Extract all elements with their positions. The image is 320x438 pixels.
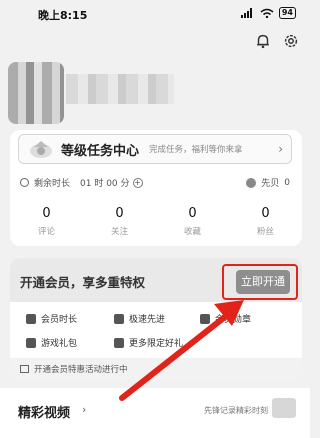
- coin-icon: [246, 177, 257, 188]
- chevron-right-icon: ›: [82, 403, 87, 416]
- xianbei-value: 0: [284, 177, 290, 188]
- stat-favorites[interactable]: 0 收藏: [156, 206, 229, 237]
- stats-row: 0 评论 0 关注 0 收藏 0 粉丝: [10, 206, 302, 237]
- avatar[interactable]: [8, 62, 64, 124]
- task-center-title: 等级任务中心: [61, 143, 140, 159]
- stat-value: 0: [42, 206, 51, 221]
- perk-vip-duration[interactable]: 会员时长: [26, 312, 77, 325]
- medal-icon: [200, 313, 210, 324]
- gear-icon[interactable]: [282, 32, 300, 50]
- remaining-time-label: 剩余时长: [34, 179, 71, 189]
- top-actions: [254, 32, 300, 50]
- battery-indicator: 94: [278, 7, 296, 19]
- gift-icon: [114, 337, 124, 348]
- stat-label: 评论: [37, 227, 55, 237]
- wifi-icon: [260, 8, 274, 18]
- perk-more-gifts[interactable]: 更多限定好礼: [114, 336, 183, 349]
- task-center-subtitle: 完成任务，福利等你来拿: [149, 145, 243, 155]
- status-time: 晚上8:15: [38, 9, 88, 22]
- clock-icon: [20, 178, 29, 187]
- featured-videos-title: 精彩视频: [18, 406, 71, 421]
- vip-footer-text: 开通会员特惠活动进行中: [34, 365, 128, 375]
- gamepad-icon: [26, 337, 36, 348]
- xianbei-label: 先贝: [261, 179, 280, 189]
- featured-videos-subtitle: 先锋记录精彩时刻: [204, 406, 268, 415]
- stat-fans[interactable]: 0 粉丝: [229, 206, 302, 237]
- task-center-logo-icon: [30, 141, 52, 158]
- stat-comments[interactable]: 0 评论: [10, 206, 83, 237]
- promo-icon: [20, 365, 29, 373]
- perk-speed[interactable]: 极速先进: [114, 312, 165, 325]
- vip-header: 开通会员，享多重特权 立即开通: [10, 258, 302, 302]
- vip-title: 开通会员，享多重特权: [20, 275, 146, 290]
- chevron-right-icon: ›: [278, 142, 283, 156]
- remaining-time: 剩余时长 01 时 00 分 +: [20, 176, 143, 189]
- xianbei-balance[interactable]: 先贝 0: [246, 176, 290, 189]
- perk-label: 会员勋章: [215, 315, 252, 325]
- stat-label: 粉丝: [256, 227, 274, 237]
- stat-value: 0: [115, 206, 124, 221]
- perk-medal[interactable]: 会员勋章: [200, 312, 251, 325]
- add-time-button[interactable]: +: [132, 177, 143, 188]
- vip-card: 开通会员，享多重特权 立即开通 会员时长 极速先进 会员勋章 游戏礼包 更多限定…: [10, 258, 302, 380]
- stat-label: 收藏: [183, 227, 201, 237]
- status-icons: 94: [240, 6, 296, 20]
- time-icon: [26, 313, 36, 324]
- video-thumbnail: [272, 398, 296, 418]
- perk-label: 极速先进: [129, 315, 166, 325]
- perk-game-gift[interactable]: 游戏礼包: [26, 336, 77, 349]
- user-stats-card: 等级任务中心 完成任务，福利等你来拿 › 剩余时长 01 时 00 分 + 先贝…: [10, 130, 302, 246]
- featured-videos-section[interactable]: 精彩视频 › 先锋记录精彩时刻: [0, 388, 310, 438]
- username-blurred: [66, 74, 174, 104]
- task-center-bar[interactable]: 等级任务中心 完成任务，福利等你来拿 ›: [18, 134, 292, 164]
- perk-label: 会员时长: [41, 315, 78, 325]
- stat-value: 0: [188, 206, 197, 221]
- remaining-time-value: 01 时 00 分: [80, 179, 130, 189]
- signal-icon: [240, 8, 252, 18]
- perk-label: 更多限定好礼: [129, 339, 184, 349]
- vip-promo-footer[interactable]: 开通会员特惠活动进行中: [10, 358, 302, 380]
- perk-label: 游戏礼包: [41, 339, 78, 349]
- rocket-icon: [114, 313, 124, 324]
- status-bar: 晚上8:15 94: [0, 0, 310, 26]
- stat-value: 0: [261, 206, 270, 221]
- open-vip-button[interactable]: 立即开通: [236, 270, 290, 294]
- stat-following[interactable]: 0 关注: [83, 206, 156, 237]
- bell-icon[interactable]: [254, 32, 272, 50]
- stat-label: 关注: [110, 227, 128, 237]
